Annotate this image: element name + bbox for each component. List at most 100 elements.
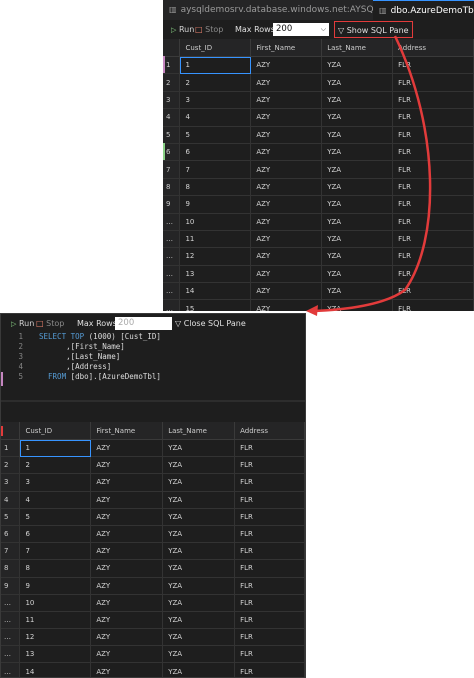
grid-cell[interactable]: AZY xyxy=(90,594,164,612)
grid-cell[interactable]: AZY xyxy=(90,525,164,544)
column-header[interactable]: Cust_ID xyxy=(179,39,252,57)
row-header[interactable]: 8 xyxy=(163,178,181,197)
row-header[interactable]: … xyxy=(163,230,181,249)
grid-cell[interactable]: FLR xyxy=(392,230,474,249)
grid-cell[interactable]: FLR xyxy=(234,439,305,458)
row-header[interactable]: … xyxy=(1,628,21,647)
grid-cell[interactable]: YZA xyxy=(321,213,394,231)
grid-cell[interactable]: 9 xyxy=(179,195,252,214)
grid-cell[interactable]: AZY xyxy=(90,662,164,677)
grid-cell[interactable]: YZA xyxy=(321,56,394,75)
grid-cell[interactable]: YZA xyxy=(321,265,394,284)
row-header[interactable]: 5 xyxy=(1,508,21,526)
tab-connection[interactable]: ▥ aysqldemosrv.database.windows.net:AYSQL… xyxy=(163,0,405,20)
grid-cell[interactable]: YZA xyxy=(321,299,394,311)
row-header[interactable]: 9 xyxy=(163,195,181,214)
grid-cell[interactable]: 11 xyxy=(179,230,252,249)
grid-cell[interactable]: YZA xyxy=(162,628,236,647)
grid-cell[interactable]: YZA xyxy=(321,143,394,162)
grid-cell[interactable]: AZY xyxy=(250,282,323,301)
column-header[interactable]: Last_Name xyxy=(162,422,236,440)
grid-cell[interactable]: AZY xyxy=(250,213,323,231)
grid-cell[interactable]: YZA xyxy=(321,91,394,110)
run-button[interactable]: ▷ Run xyxy=(171,20,194,39)
grid-cell[interactable]: YZA xyxy=(162,645,236,664)
row-header[interactable]: 7 xyxy=(1,542,21,561)
grid-cell[interactable]: AZY xyxy=(90,611,164,630)
grid-cell[interactable]: FLR xyxy=(234,628,305,647)
grid-cell[interactable]: AZY xyxy=(250,143,323,162)
grid-cell[interactable]: FLR xyxy=(392,282,474,301)
stop-button[interactable]: □ Stop xyxy=(195,20,223,39)
tab-table[interactable]: ▥dbo.AzureDemoTbl_1 xyxy=(373,0,474,20)
grid-cell[interactable]: YZA xyxy=(321,126,394,144)
grid-cell[interactable]: 14 xyxy=(179,282,252,301)
column-header[interactable]: Address xyxy=(234,422,305,440)
grid-cell[interactable]: YZA xyxy=(162,439,236,458)
row-header[interactable]: 2 xyxy=(163,73,181,92)
row-header[interactable]: … xyxy=(163,247,181,266)
max-rows-input[interactable]: 200 xyxy=(115,317,172,330)
grid-cell[interactable]: 12 xyxy=(19,628,92,647)
grid-cell[interactable]: AZY xyxy=(250,73,323,92)
grid-cell[interactable]: YZA xyxy=(162,491,236,509)
grid-cell[interactable]: YZA xyxy=(162,508,236,526)
grid-cell[interactable]: AZY xyxy=(90,491,164,509)
grid-cell[interactable]: 6 xyxy=(179,143,252,162)
grid-cell[interactable]: 1 xyxy=(19,439,92,458)
grid-cell[interactable]: FLR xyxy=(234,456,305,475)
column-header[interactable]: Last_Name xyxy=(321,39,394,57)
row-header[interactable]: 4 xyxy=(163,108,181,127)
grid-cell[interactable]: AZY xyxy=(250,247,323,266)
row-header[interactable]: 3 xyxy=(1,473,21,492)
row-header[interactable]: … xyxy=(1,645,21,664)
grid-cell[interactable]: 8 xyxy=(179,178,252,197)
grid-cell[interactable]: 6 xyxy=(19,525,92,544)
grid-cell[interactable]: AZY xyxy=(90,542,164,561)
grid-cell[interactable]: FLR xyxy=(234,559,305,578)
grid-cell[interactable]: FLR xyxy=(234,577,305,595)
row-header[interactable]: … xyxy=(163,299,181,311)
row-header[interactable]: … xyxy=(163,282,181,301)
grid-cell[interactable]: 7 xyxy=(19,542,92,561)
grid-cell[interactable]: AZY xyxy=(90,473,164,492)
grid-cell[interactable]: YZA xyxy=(321,73,394,92)
row-header[interactable]: … xyxy=(1,611,21,630)
grid-cell[interactable]: AZY xyxy=(90,628,164,647)
row-header[interactable]: 9 xyxy=(1,577,21,595)
grid-cell[interactable]: FLR xyxy=(392,265,474,284)
run-button[interactable]: ▷ Run xyxy=(11,314,34,333)
grid-corner[interactable] xyxy=(1,422,21,440)
grid-cell[interactable]: YZA xyxy=(162,542,236,561)
column-header[interactable]: First_Name xyxy=(250,39,323,57)
row-header[interactable]: … xyxy=(1,594,21,612)
grid-cell[interactable]: YZA xyxy=(162,525,236,544)
grid-cell[interactable]: FLR xyxy=(392,213,474,231)
grid-cell[interactable]: 10 xyxy=(19,594,92,612)
grid-cell[interactable]: YZA xyxy=(321,247,394,266)
grid-cell[interactable]: AZY xyxy=(250,91,323,110)
grid-cell[interactable]: 9 xyxy=(19,577,92,595)
grid-cell[interactable]: AZY xyxy=(90,508,164,526)
grid-cell[interactable]: 2 xyxy=(19,456,92,475)
grid-cell[interactable]: FLR xyxy=(392,160,474,179)
stop-button[interactable]: □ Stop xyxy=(36,314,64,333)
grid-cell[interactable]: YZA xyxy=(162,611,236,630)
grid-cell[interactable]: AZY xyxy=(90,559,164,578)
max-rows-select[interactable]: 200 ⌵ xyxy=(273,23,329,36)
grid-cell[interactable]: AZY xyxy=(90,439,164,458)
row-header[interactable]: 6 xyxy=(1,525,21,544)
grid-cell[interactable]: FLR xyxy=(392,195,474,214)
grid-corner[interactable] xyxy=(163,39,181,57)
grid-cell[interactable]: FLR xyxy=(392,73,474,92)
grid-cell[interactable]: FLR xyxy=(392,299,474,311)
grid-cell[interactable]: YZA xyxy=(162,473,236,492)
grid-cell[interactable]: FLR xyxy=(234,491,305,509)
grid-cell[interactable]: YZA xyxy=(162,577,236,595)
show-sql-pane-button[interactable]: ▽ Show SQL Pane xyxy=(334,21,413,38)
grid-cell[interactable]: YZA xyxy=(321,178,394,197)
grid-cell[interactable]: 3 xyxy=(179,91,252,110)
grid-cell[interactable]: AZY xyxy=(90,577,164,595)
sql-editor[interactable]: 1 SELECT TOP (1000) [Cust_ID] 2 ,[First_N… xyxy=(1,332,305,400)
row-header[interactable]: 6 xyxy=(163,143,181,162)
